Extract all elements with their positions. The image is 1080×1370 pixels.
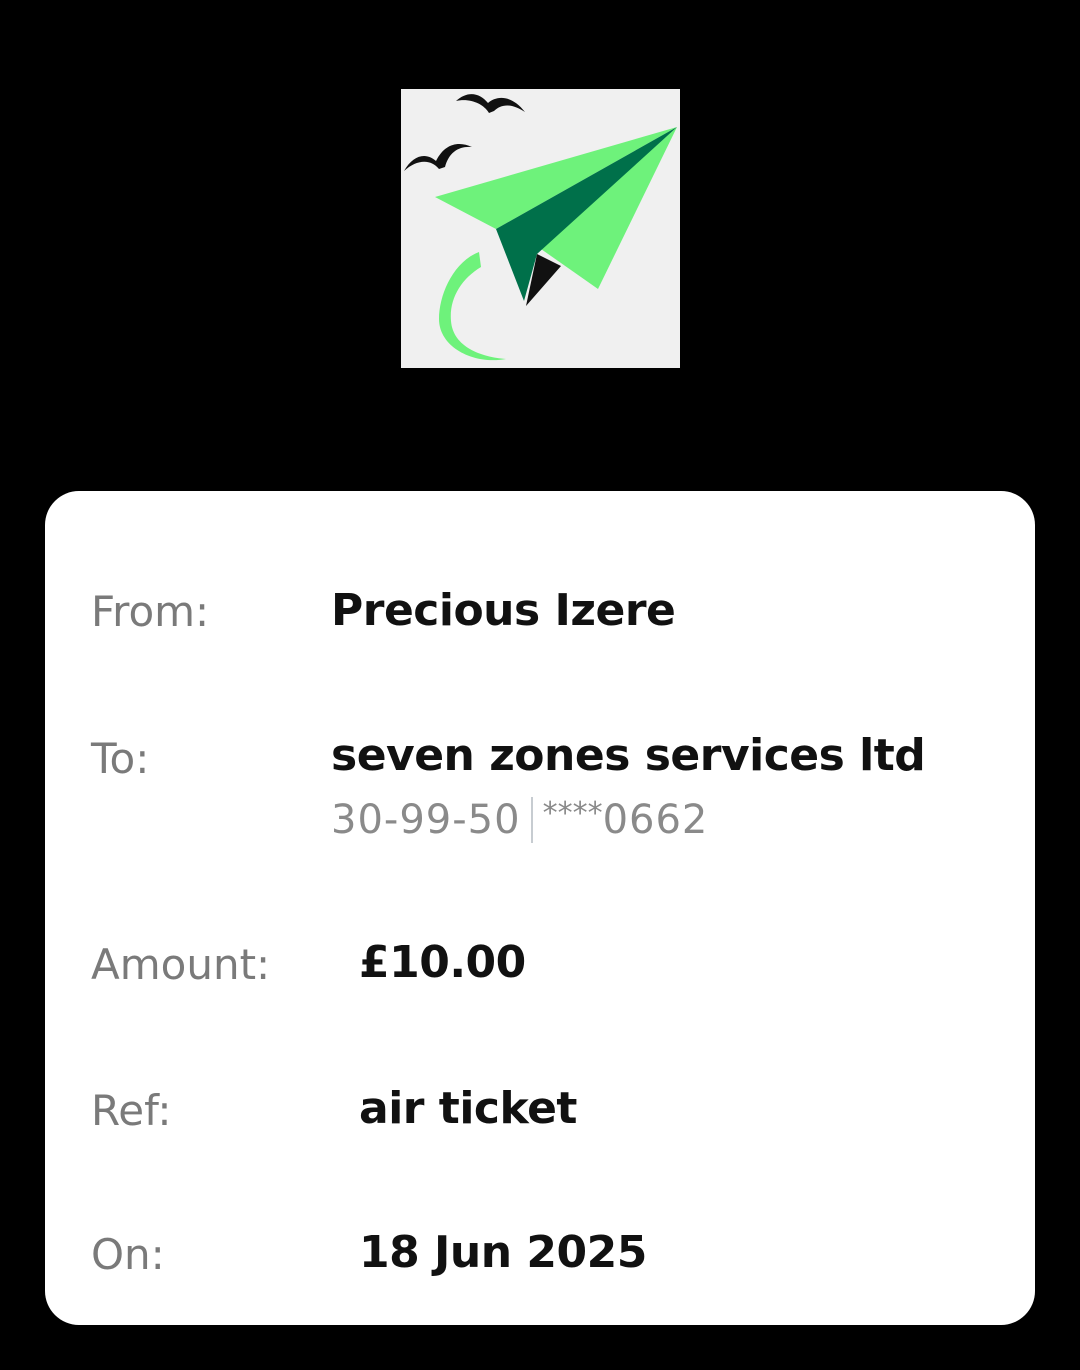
paper-plane-logo-icon [404,94,677,361]
sort-code: 30-99-50 [331,797,521,843]
to-value: seven zones services ltd [331,730,926,781]
amount-value: £10.00 [359,937,526,988]
ref-value: air ticket [359,1083,577,1134]
ref-label: Ref: [91,1086,172,1135]
date-value: 18 Jun 2025 [359,1227,647,1278]
account-mask: **** [542,796,603,831]
to-label: To: [91,734,150,783]
recipient-account-details: 30-99-50 **** 0662 [331,797,708,843]
account-divider [530,797,533,843]
from-value: Precious Izere [331,585,676,636]
app-logo [401,89,680,368]
account-last4: 0662 [602,797,709,843]
transfer-receipt-card: From: Precious Izere To: seven zones ser… [45,491,1035,1325]
from-label: From: [91,587,210,636]
amount-label: Amount: [91,940,271,989]
date-label: On: [91,1230,165,1279]
